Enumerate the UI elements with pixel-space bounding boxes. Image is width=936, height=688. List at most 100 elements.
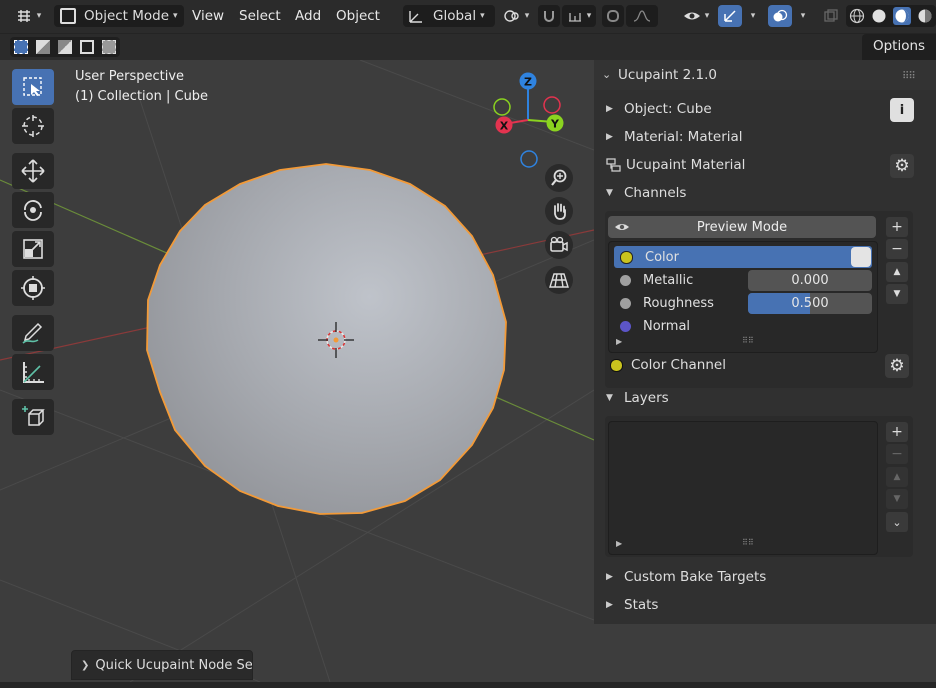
triangle-up-icon: ▲ xyxy=(893,267,901,277)
channel-row-normal[interactable]: Normal xyxy=(614,315,872,337)
select-intersect-icon[interactable] xyxy=(102,40,116,54)
menu-select[interactable]: Select xyxy=(239,5,281,27)
gizmo-toggle[interactable] xyxy=(718,5,742,27)
transform-orientation-selector[interactable]: Global ▾ xyxy=(403,5,495,27)
material-row[interactable]: ▶ Material: Material xyxy=(606,125,743,149)
triangle-right-icon[interactable]: ▶ xyxy=(616,337,622,346)
scale-tool[interactable] xyxy=(12,231,54,267)
select-extend-icon[interactable] xyxy=(36,40,50,54)
rotate-tool[interactable] xyxy=(12,192,54,228)
move-channel-down-button[interactable]: ▼ xyxy=(886,284,908,304)
metallic-value-field[interactable]: 0.000 xyxy=(748,270,872,291)
remove-channel-button[interactable]: − xyxy=(886,239,908,259)
move-tool[interactable] xyxy=(12,153,54,189)
xray-toggle[interactable] xyxy=(820,5,842,27)
menu-add[interactable]: Add xyxy=(295,5,321,27)
pivot-icon xyxy=(504,10,519,22)
neg-y-axis-handle[interactable] xyxy=(493,98,511,116)
measure-tool[interactable] xyxy=(12,354,54,390)
channel-settings-button[interactable]: ⚙ xyxy=(885,354,909,378)
color-value-swatch[interactable] xyxy=(851,247,871,267)
channel-value-dot xyxy=(620,297,631,309)
chevron-right-icon: ❯ xyxy=(81,659,90,671)
add-cube-tool[interactable] xyxy=(12,399,54,435)
list-resize-handle-icon[interactable]: ⠿⠿ xyxy=(742,336,754,345)
perspective-toggle-button[interactable] xyxy=(545,266,573,294)
select-box-tool[interactable] xyxy=(12,69,54,105)
rendered-shading-icon[interactable] xyxy=(917,8,933,24)
move-layer-down-button[interactable]: ▼ xyxy=(886,489,908,509)
cursor-tool[interactable] xyxy=(12,108,54,144)
material-preview-icon[interactable] xyxy=(893,7,911,25)
3d-viewport[interactable]: User Perspective (1) Collection | Cube Z xyxy=(0,60,594,682)
options-button[interactable]: Options xyxy=(862,34,936,60)
gear-icon: ⚙ xyxy=(889,356,905,376)
pan-button[interactable] xyxy=(545,197,573,225)
channels-section-header[interactable]: ▼ Channels xyxy=(606,181,686,205)
annotate-tool[interactable] xyxy=(12,315,54,351)
navigation-gizmo[interactable]: Z Y X xyxy=(490,70,570,170)
transform-tool[interactable] xyxy=(12,270,54,306)
stats-label: Stats xyxy=(624,597,659,613)
layers-section-header[interactable]: ▼ Layers xyxy=(606,386,669,410)
overlays-options[interactable]: ▾ xyxy=(794,5,812,27)
plus-icon: + xyxy=(891,219,903,235)
neg-z-axis-handle[interactable] xyxy=(520,150,538,168)
gizmo-options[interactable]: ▾ xyxy=(744,5,762,27)
select-new-icon[interactable] xyxy=(14,40,28,54)
layers-list[interactable]: ▶ ⠿⠿ xyxy=(608,421,878,555)
menu-view[interactable]: View xyxy=(192,5,224,27)
triangle-down-icon: ▼ xyxy=(606,393,613,403)
proportional-edit-toggle[interactable] xyxy=(602,5,624,27)
zoom-button[interactable] xyxy=(545,164,573,192)
wireframe-shading-icon[interactable] xyxy=(849,8,865,24)
falloff-selector[interactable] xyxy=(626,5,658,27)
menu-object[interactable]: Object xyxy=(336,5,380,27)
pivot-point-button[interactable]: ▾ xyxy=(498,5,534,27)
add-channel-button[interactable]: + xyxy=(886,217,908,237)
triangle-down-icon: ▼ xyxy=(606,188,613,198)
select-invert-icon[interactable] xyxy=(80,40,94,54)
triangle-right-icon[interactable]: ▶ xyxy=(616,539,622,548)
triangle-right-icon: ▶ xyxy=(606,104,613,114)
last-operator-panel[interactable]: ❯ Quick Ucupaint Node Setu xyxy=(71,650,253,680)
material-settings-button[interactable]: ⚙ xyxy=(890,154,914,178)
editor-type-button[interactable]: ▾ xyxy=(10,5,46,27)
overlays-toggle[interactable] xyxy=(768,5,792,27)
snap-toggle[interactable] xyxy=(538,5,560,27)
neg-x-axis-handle[interactable] xyxy=(543,96,561,114)
select-subtract-icon[interactable] xyxy=(58,40,72,54)
move-layer-up-button[interactable]: ▲ xyxy=(886,467,908,487)
list-resize-handle-icon[interactable]: ⠿⠿ xyxy=(742,538,754,547)
stats-row[interactable]: ▶ Stats xyxy=(606,593,658,617)
drag-handle-icon[interactable]: ⠿⠿ xyxy=(902,71,916,82)
minus-icon: − xyxy=(891,446,903,462)
channel-row-color[interactable]: Color xyxy=(614,246,872,268)
snap-target-selector[interactable]: ▾ xyxy=(562,5,596,27)
cursor-icon xyxy=(22,115,44,137)
solid-shading-icon[interactable] xyxy=(871,8,887,24)
channel-color-swatch xyxy=(620,250,633,264)
roughness-value-field[interactable]: 0.500 xyxy=(748,293,872,314)
panel-header-row[interactable]: ⌄ Ucupaint 2.1.0 xyxy=(602,63,717,87)
custom-bake-targets-row[interactable]: ▶ Custom Bake Targets xyxy=(606,565,766,589)
remove-layer-button[interactable]: − xyxy=(886,444,908,464)
orientation-icon xyxy=(409,11,422,23)
info-button[interactable]: i xyxy=(890,98,914,122)
status-bar xyxy=(0,682,936,688)
object-row[interactable]: ▶ Object: Cube xyxy=(606,97,712,121)
transform-icon xyxy=(21,276,45,300)
move-channel-up-button[interactable]: ▲ xyxy=(886,262,908,282)
annotate-pencil-icon xyxy=(22,322,43,344)
camera-view-button[interactable] xyxy=(545,231,573,259)
layer-menu-button[interactable]: ⌄ xyxy=(886,512,908,532)
move-icon xyxy=(21,159,45,183)
triangle-down-icon: ▼ xyxy=(893,289,901,299)
editor-type-icon xyxy=(17,10,30,22)
minus-icon: − xyxy=(891,241,903,257)
visibility-button[interactable]: ▾ xyxy=(678,5,714,27)
mode-selector[interactable]: Object Mode ▾ xyxy=(54,5,184,27)
add-layer-button[interactable]: + xyxy=(886,422,908,442)
preview-mode-button[interactable]: Preview Mode xyxy=(608,216,876,238)
x-axis-label: X xyxy=(500,120,509,133)
